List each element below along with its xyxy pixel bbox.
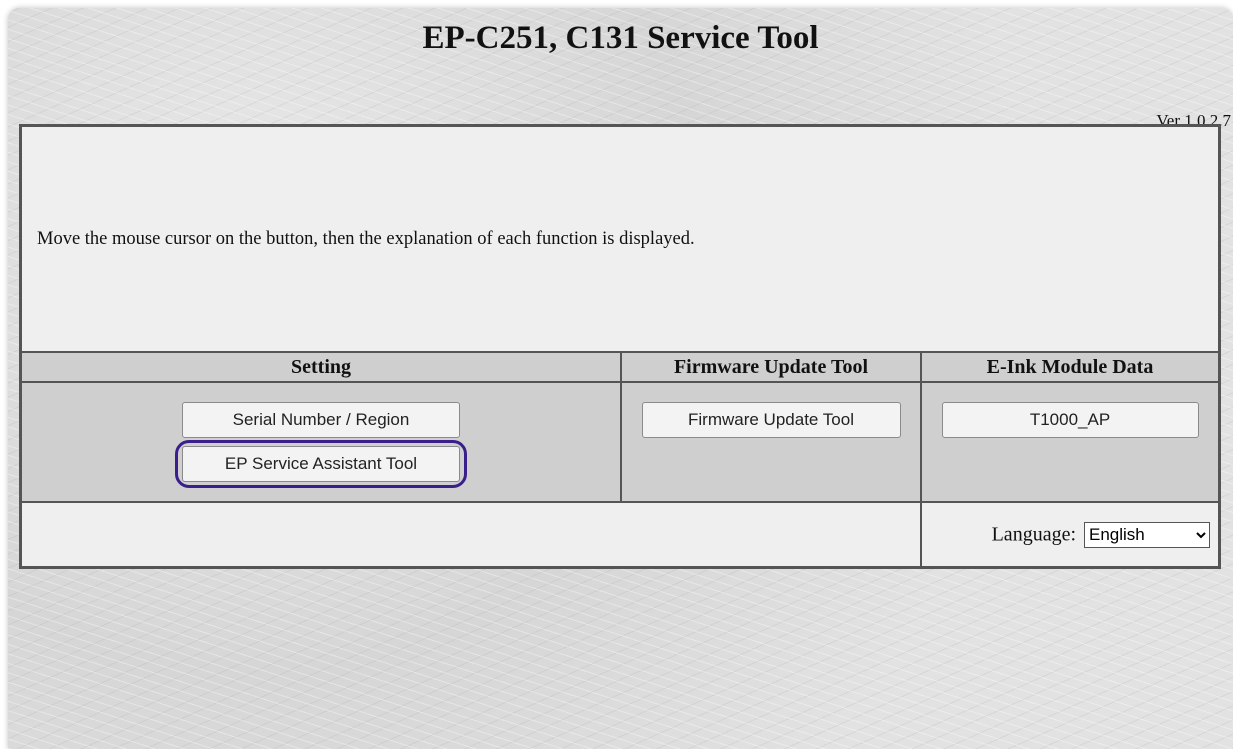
firmware-update-button[interactable]: Firmware Update Tool [641, 402, 901, 438]
language-cell: Language: English [920, 501, 1221, 569]
language-select[interactable]: English [1084, 521, 1210, 548]
language-label: Language: [991, 523, 1076, 545]
setting-buttons-cell: Serial Number / Region EP Service Assist… [19, 381, 622, 503]
firmware-header: Firmware Update Tool [620, 351, 922, 383]
highlight-outline: EP Service Assistant Tool [175, 440, 467, 488]
description-text: Move the mouse cursor on the button, the… [37, 228, 695, 249]
serial-number-region-button[interactable]: Serial Number / Region [182, 402, 460, 438]
main-panel: Move the mouse cursor on the button, the… [19, 124, 1221, 569]
setting-header: Setting [19, 351, 622, 383]
t1000-ap-button[interactable]: T1000_AP [941, 402, 1199, 438]
app-window: EP-C251, C131 Service Tool Ver 1.0.2.7 M… [8, 8, 1233, 749]
footer-empty-cell [19, 501, 922, 569]
page-title: EP-C251, C131 Service Tool [422, 20, 819, 56]
eink-buttons-cell: T1000_AP [920, 381, 1221, 503]
eink-header: E-Ink Module Data [920, 351, 1221, 383]
firmware-buttons-cell: Firmware Update Tool [620, 381, 922, 503]
ep-service-assistant-button[interactable]: EP Service Assistant Tool [182, 446, 460, 482]
description-area: Move the mouse cursor on the button, the… [19, 124, 1221, 353]
